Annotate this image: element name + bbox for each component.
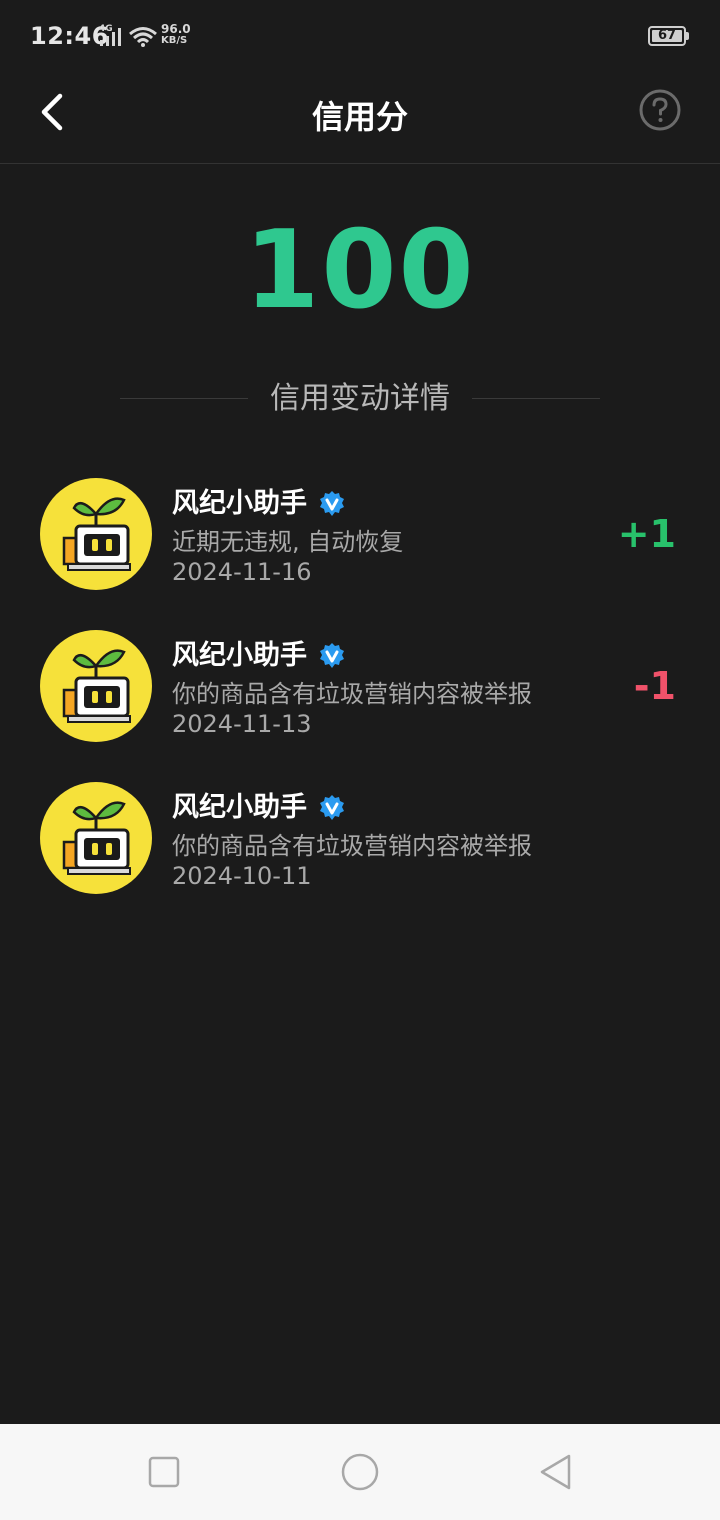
credit-score-value: 100	[244, 208, 476, 333]
record-score-change: +1	[617, 512, 676, 556]
record-description: 你的商品含有垃圾营销内容被举报	[172, 680, 532, 708]
record-author-name: 风纪小助手	[172, 792, 307, 823]
verified-badge-icon	[320, 643, 345, 668]
recents-square-icon[interactable]	[144, 1452, 184, 1492]
battery-icon: 67	[648, 26, 686, 46]
avatar	[40, 630, 152, 742]
network-speed: 96.0 KB/S	[161, 23, 191, 47]
list-item[interactable]: 风纪小助手 近期无违规, 自动恢复 2024-11-16 +1	[0, 470, 720, 600]
record-author-name: 风纪小助手	[172, 640, 307, 671]
speed-unit: KB/S	[161, 35, 188, 46]
divider-right	[472, 398, 600, 399]
battery-level: 67	[657, 28, 677, 43]
system-nav-bar	[0, 1424, 720, 1520]
wifi-icon	[129, 27, 157, 47]
page-title: 信用分	[311, 98, 408, 136]
record-score-change: -1	[633, 664, 676, 708]
record-date: 2024-11-16	[172, 558, 312, 586]
record-description: 近期无违规, 自动恢复	[172, 528, 404, 556]
record-name-row: 风纪小助手	[172, 638, 346, 674]
credit-score-screen: 12:46 4G 96.0 KB/S 67 信用分 100 信用变动详情 风纪小…	[0, 0, 720, 1520]
robot-sprout-icon	[62, 801, 131, 875]
avatar	[40, 782, 152, 894]
back-triangle-icon[interactable]	[536, 1452, 576, 1492]
signal-icon	[100, 28, 121, 46]
record-date: 2024-10-11	[172, 862, 312, 890]
verified-badge-icon	[320, 491, 345, 516]
record-author-name: 风纪小助手	[172, 488, 307, 519]
record-name-row: 风纪小助手	[172, 486, 346, 522]
question-circle-icon[interactable]	[638, 88, 682, 132]
record-name-row: 风纪小助手	[172, 790, 346, 826]
home-circle-icon[interactable]	[340, 1452, 380, 1492]
speed-value: 96.0	[161, 22, 191, 36]
list-item[interactable]: 风纪小助手 你的商品含有垃圾营销内容被举报 2024-10-11	[0, 774, 720, 904]
avatar	[40, 478, 152, 590]
header: 信用分	[0, 72, 720, 164]
robot-sprout-icon	[62, 497, 131, 571]
section-header: 信用变动详情	[120, 380, 600, 420]
record-date: 2024-11-13	[172, 710, 312, 738]
list-item[interactable]: 风纪小助手 你的商品含有垃圾营销内容被举报 2024-11-13 -1	[0, 622, 720, 752]
record-description: 你的商品含有垃圾营销内容被举报	[172, 832, 532, 860]
status-bar: 12:46 4G 96.0 KB/S 67	[0, 0, 720, 72]
battery-tip	[686, 32, 689, 40]
robot-sprout-icon	[62, 649, 131, 723]
section-title: 信用变动详情	[270, 381, 450, 416]
verified-badge-icon	[320, 795, 345, 820]
